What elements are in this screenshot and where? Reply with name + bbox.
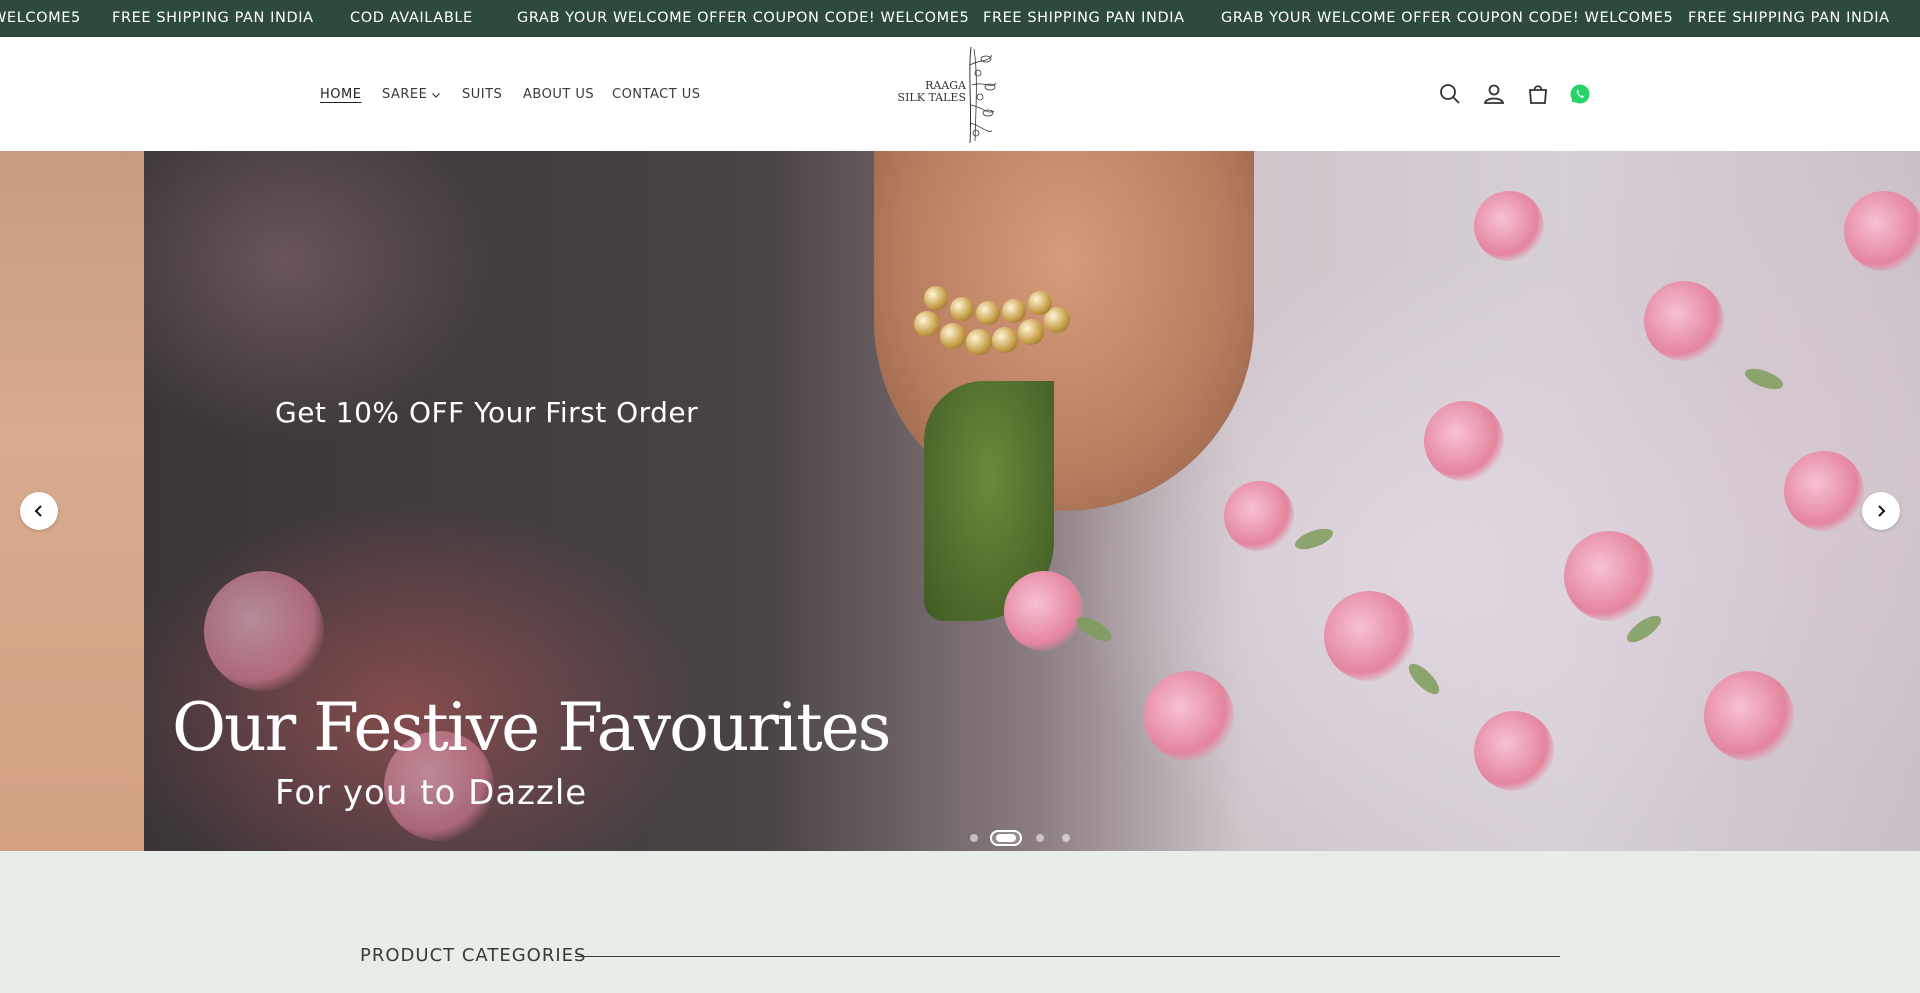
hero-offer-text: Get 10% OFF Your First Order [275, 396, 699, 429]
rose-motif [1424, 401, 1504, 481]
announcement-message: WELCOME5 [0, 10, 81, 26]
previous-slide-button[interactable] [20, 492, 58, 530]
announcement-message: COD AVAILABLE [350, 10, 473, 26]
rose-motif [1564, 531, 1654, 621]
cart-icon[interactable] [1524, 80, 1552, 108]
search-icon[interactable] [1436, 80, 1464, 108]
leaf-motif [1292, 524, 1336, 554]
rose-motif [1144, 671, 1234, 761]
announcement-message: GRAB YOUR WELCOME OFFER COUPON CODE! WEL… [1221, 10, 1674, 26]
nav-suits[interactable]: SUITS [462, 87, 502, 102]
rose-motif [1644, 281, 1724, 361]
section-divider [575, 956, 1560, 957]
leaf-motif [1742, 364, 1786, 394]
chevron-right-icon [1878, 505, 1886, 517]
logo[interactable]: RAAGA SILK TALES [896, 45, 1006, 145]
announcement-message: FREE SHIPPING PAN INDIA [1688, 10, 1890, 26]
whatsapp-icon[interactable] [1566, 80, 1594, 108]
slide-dot[interactable] [1036, 834, 1044, 842]
hero-slider: Get 10% OFF Your First Order Our Festive… [0, 151, 1920, 851]
leaf-motif [1404, 659, 1444, 699]
chevron-down-icon[interactable] [431, 90, 441, 100]
necklace-bead [992, 327, 1018, 353]
rose-motif [1004, 571, 1084, 651]
announcement-message: FREE SHIPPING PAN INDIA [983, 10, 1185, 26]
slide-dot[interactable] [1062, 834, 1070, 842]
necklace-bead [1018, 319, 1044, 345]
necklace-bead [940, 323, 966, 349]
slider-pagination [0, 829, 1920, 849]
logo-line2: SILK TALES [897, 91, 966, 104]
rose-motif [1844, 191, 1920, 271]
necklace-bead [966, 329, 992, 355]
hero-subtitle: For you to Dazzle [275, 773, 588, 813]
hero-title: Our Festive Favourites [172, 689, 892, 766]
rose-motif [1324, 591, 1414, 681]
rose-motif [1474, 711, 1554, 791]
necklace-bead [950, 297, 974, 321]
announcement-message: FREE SHIPPING PAN INDIA [112, 10, 314, 26]
site-header: HOME SAREE SUITS ABOUT US CONTACT US RAA… [0, 37, 1920, 151]
rose-motif [1704, 671, 1794, 761]
rose-motif [1474, 191, 1544, 261]
next-slide-button[interactable] [1862, 492, 1900, 530]
necklace-bead [1002, 299, 1026, 323]
product-categories-section: PRODUCT CATEGORIES [0, 851, 1920, 993]
nav-saree[interactable]: SAREE [382, 87, 427, 102]
slide-dot[interactable] [970, 834, 978, 842]
necklace-bead [914, 311, 940, 337]
account-icon[interactable] [1480, 80, 1508, 108]
necklace-bead [976, 301, 1000, 325]
nav-home[interactable]: HOME [320, 87, 361, 102]
announcement-message: GRAB YOUR WELCOME OFFER COUPON CODE! WEL… [517, 10, 970, 26]
leaf-motif [1623, 610, 1665, 648]
announcement-bar: WELCOME5 FREE SHIPPING PAN INDIA COD AVA… [0, 0, 1920, 37]
nav-about[interactable]: ABOUT US [523, 87, 594, 102]
necklace-bead [1028, 291, 1052, 315]
necklace-bead [924, 286, 948, 310]
rose-motif [1224, 481, 1294, 551]
nav-contact[interactable]: CONTACT US [612, 87, 701, 102]
rose-motif [204, 571, 324, 691]
chevron-left-icon [34, 505, 42, 517]
rose-motif [1784, 451, 1864, 531]
slide-dot-active[interactable] [990, 830, 1022, 846]
section-title: PRODUCT CATEGORIES [360, 945, 587, 966]
